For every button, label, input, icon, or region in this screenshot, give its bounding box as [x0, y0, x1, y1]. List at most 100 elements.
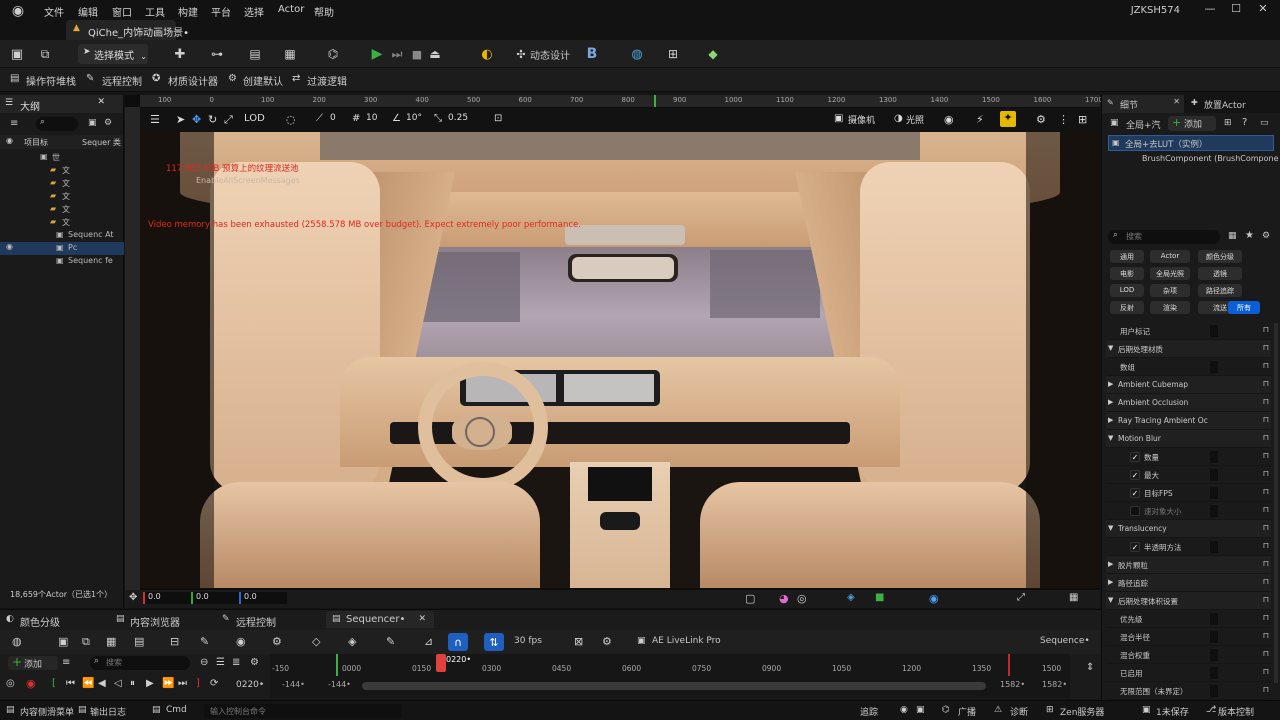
tab-sequencer[interactable]: ▤ Sequencer• ✕: [326, 611, 434, 628]
star-icon[interactable]: ★: [1245, 230, 1254, 241]
maximize-icon[interactable]: ☐: [1226, 2, 1246, 18]
eye-toggle-icon[interactable]: ◉: [929, 592, 939, 605]
camera-cut-icon[interactable]: ▦: [106, 635, 116, 648]
scale-snap-value[interactable]: 0.25: [448, 113, 468, 123]
interp-icon[interactable]: ◈: [348, 635, 356, 648]
property-category[interactable]: ▶ 胶片颗粒 ⊓: [1106, 556, 1271, 574]
scale-snap-icon[interactable]: ⤡: [434, 113, 442, 124]
tab-remote-control[interactable]: ✎ 远程控制: [216, 611, 326, 629]
save-sequence-icon[interactable]: ▣: [58, 635, 68, 648]
property-category[interactable]: ▼ Motion Blur ⊓: [1106, 430, 1271, 448]
property-row[interactable]: ✓ 最大 ⊓: [1106, 466, 1271, 484]
auto-key-icon[interactable]: ⊿: [424, 635, 433, 648]
menu-platform[interactable]: 平台: [211, 4, 231, 19]
menu-select[interactable]: 选择: [244, 4, 264, 19]
property-row[interactable]: 混合权重 ⊓: [1106, 646, 1271, 664]
folder-add-icon[interactable]: ▣: [88, 118, 97, 128]
property-value-field[interactable]: [1210, 361, 1218, 373]
outliner-tab[interactable]: ☰ 大纲 ✕: [0, 95, 123, 113]
sun-icon[interactable]: ◐: [478, 44, 496, 64]
tab-color-grading[interactable]: ◐ 颜色分级: [0, 611, 110, 629]
filter-3[interactable]: 电影: [1110, 267, 1144, 280]
help-icon[interactable]: ?: [1242, 117, 1247, 128]
outliner-row[interactable]: ▰ 文: [0, 177, 124, 190]
filter-7[interactable]: 杂项: [1150, 284, 1190, 297]
add-actor-icon[interactable]: ✚: [170, 44, 190, 64]
details-settings-icon[interactable]: ▭: [1260, 118, 1269, 128]
property-row[interactable]: 优先级 ⊓: [1106, 610, 1271, 628]
lock-icon[interactable]: ⊓: [1263, 649, 1269, 658]
override-checkbox[interactable]: ✓: [1130, 488, 1140, 498]
viewport-menu-icon[interactable]: ☰: [150, 113, 160, 126]
property-value-field[interactable]: [1210, 667, 1218, 679]
loop-mode-icon[interactable]: ⟳: [210, 678, 218, 689]
jump-start-icon[interactable]: ⏮: [66, 678, 75, 689]
next-key-icon[interactable]: ⏩: [162, 678, 174, 689]
lock-icon[interactable]: ⊓: [1263, 631, 1269, 640]
unsaved-button[interactable]: 1未保存: [1156, 705, 1189, 718]
property-value-field[interactable]: [1210, 487, 1218, 499]
grid-snap-value[interactable]: 10: [366, 113, 377, 123]
document-tab[interactable]: ▲ QiChe_内饰动画场景•: [66, 20, 189, 40]
property-value-field[interactable]: [1210, 469, 1218, 481]
property-row[interactable]: 用户标记 ⊓: [1106, 322, 1271, 340]
camera-view-icon[interactable]: ▢: [745, 592, 755, 605]
filter-2[interactable]: 颜色分级: [1198, 250, 1242, 263]
filter-1[interactable]: Actor: [1150, 250, 1190, 263]
menu-tools[interactable]: 工具: [145, 4, 165, 19]
lock-icon[interactable]: ⊓: [1263, 469, 1269, 478]
record-icon[interactable]: ◉: [26, 677, 36, 690]
lock-icon[interactable]: ⊓: [1263, 397, 1269, 406]
reverse-play-icon[interactable]: ◁: [114, 678, 122, 689]
green-icon[interactable]: ■: [875, 592, 884, 603]
property-value-field[interactable]: [1210, 649, 1218, 661]
realtime-icon[interactable]: ✦: [1000, 111, 1016, 127]
menu-file[interactable]: 文件: [44, 4, 64, 19]
property-value-field[interactable]: [1210, 685, 1218, 697]
property-value-field[interactable]: [1210, 505, 1218, 517]
filter-8[interactable]: 路径追踪: [1198, 284, 1242, 297]
property-category[interactable]: ▼ 后期处理材质 ⊓: [1106, 340, 1271, 358]
override-checkbox[interactable]: [1130, 506, 1140, 516]
zoom-slider-icon[interactable]: ⇕: [1086, 662, 1094, 673]
menu-help[interactable]: 帮助: [314, 4, 334, 19]
property-row[interactable]: ✓ 目标FPS ⊓: [1106, 484, 1271, 502]
tab-content-browser[interactable]: ▤ 内容浏览器: [110, 611, 220, 629]
material-designer-button[interactable]: 材质设计器: [168, 73, 218, 88]
outliner-row[interactable]: ▰ 文: [0, 190, 124, 203]
dynamic-design-label[interactable]: 动态设计: [530, 44, 570, 64]
expand-arrow-icon[interactable]: ▶: [1108, 560, 1113, 568]
outliner-row[interactable]: ▰ 文: [0, 203, 124, 216]
timeline-scrollbar[interactable]: [362, 682, 986, 690]
lock-icon[interactable]: ⊓: [1263, 559, 1269, 568]
lock-icon[interactable]: ⊓: [1263, 613, 1269, 622]
camera-button[interactable]: 摄像机: [848, 113, 875, 126]
viewport-settings-icon[interactable]: ⚙: [1036, 113, 1046, 126]
track-search-input[interactable]: ⌕ 搜索: [90, 656, 190, 670]
stop-icon[interactable]: ■: [408, 44, 426, 64]
bookmark-icon[interactable]: ◎: [797, 592, 807, 605]
lock-icon[interactable]: ⊓: [1263, 505, 1269, 514]
car-interior-scene[interactable]: 117.863 MiB 预算上的纹理流送池 EnableAllScreenMes…: [140, 132, 1100, 588]
rotate-tool-icon[interactable]: ↻: [208, 113, 217, 126]
outliner-row[interactable]: ▣ Pc ◉: [0, 242, 124, 255]
details-scrollbar[interactable]: [1274, 323, 1278, 683]
snap-frame-icon[interactable]: ⇅: [484, 633, 504, 651]
override-checkbox[interactable]: ✓: [1130, 542, 1140, 552]
trace-options-icon[interactable]: ◉: [900, 705, 908, 715]
expand-arrow-icon[interactable]: ▶: [1108, 578, 1113, 586]
add-track-button[interactable]: + 添加: [8, 655, 58, 670]
close-tab-icon[interactable]: ✕: [97, 97, 105, 107]
expand-arrow-icon[interactable]: ▼: [1108, 596, 1113, 604]
sequence-settings-icon[interactable]: ⚙: [602, 635, 612, 648]
property-row[interactable]: 无限范围（未界定） ⊓: [1106, 682, 1271, 700]
filter-0[interactable]: 通用: [1110, 250, 1144, 263]
key-icon[interactable]: ◇: [312, 635, 320, 648]
visibility-icon[interactable]: ◉: [6, 242, 13, 251]
property-row[interactable]: ✓ 数量 ⊓: [1106, 448, 1271, 466]
console-input[interactable]: 输入控制台命令: [204, 704, 402, 718]
b-icon[interactable]: B: [584, 44, 600, 64]
unreal-logo-icon[interactable]: ◉: [8, 3, 28, 19]
property-value-field[interactable]: [1210, 631, 1218, 643]
coord-z[interactable]: 0.0: [239, 592, 287, 604]
